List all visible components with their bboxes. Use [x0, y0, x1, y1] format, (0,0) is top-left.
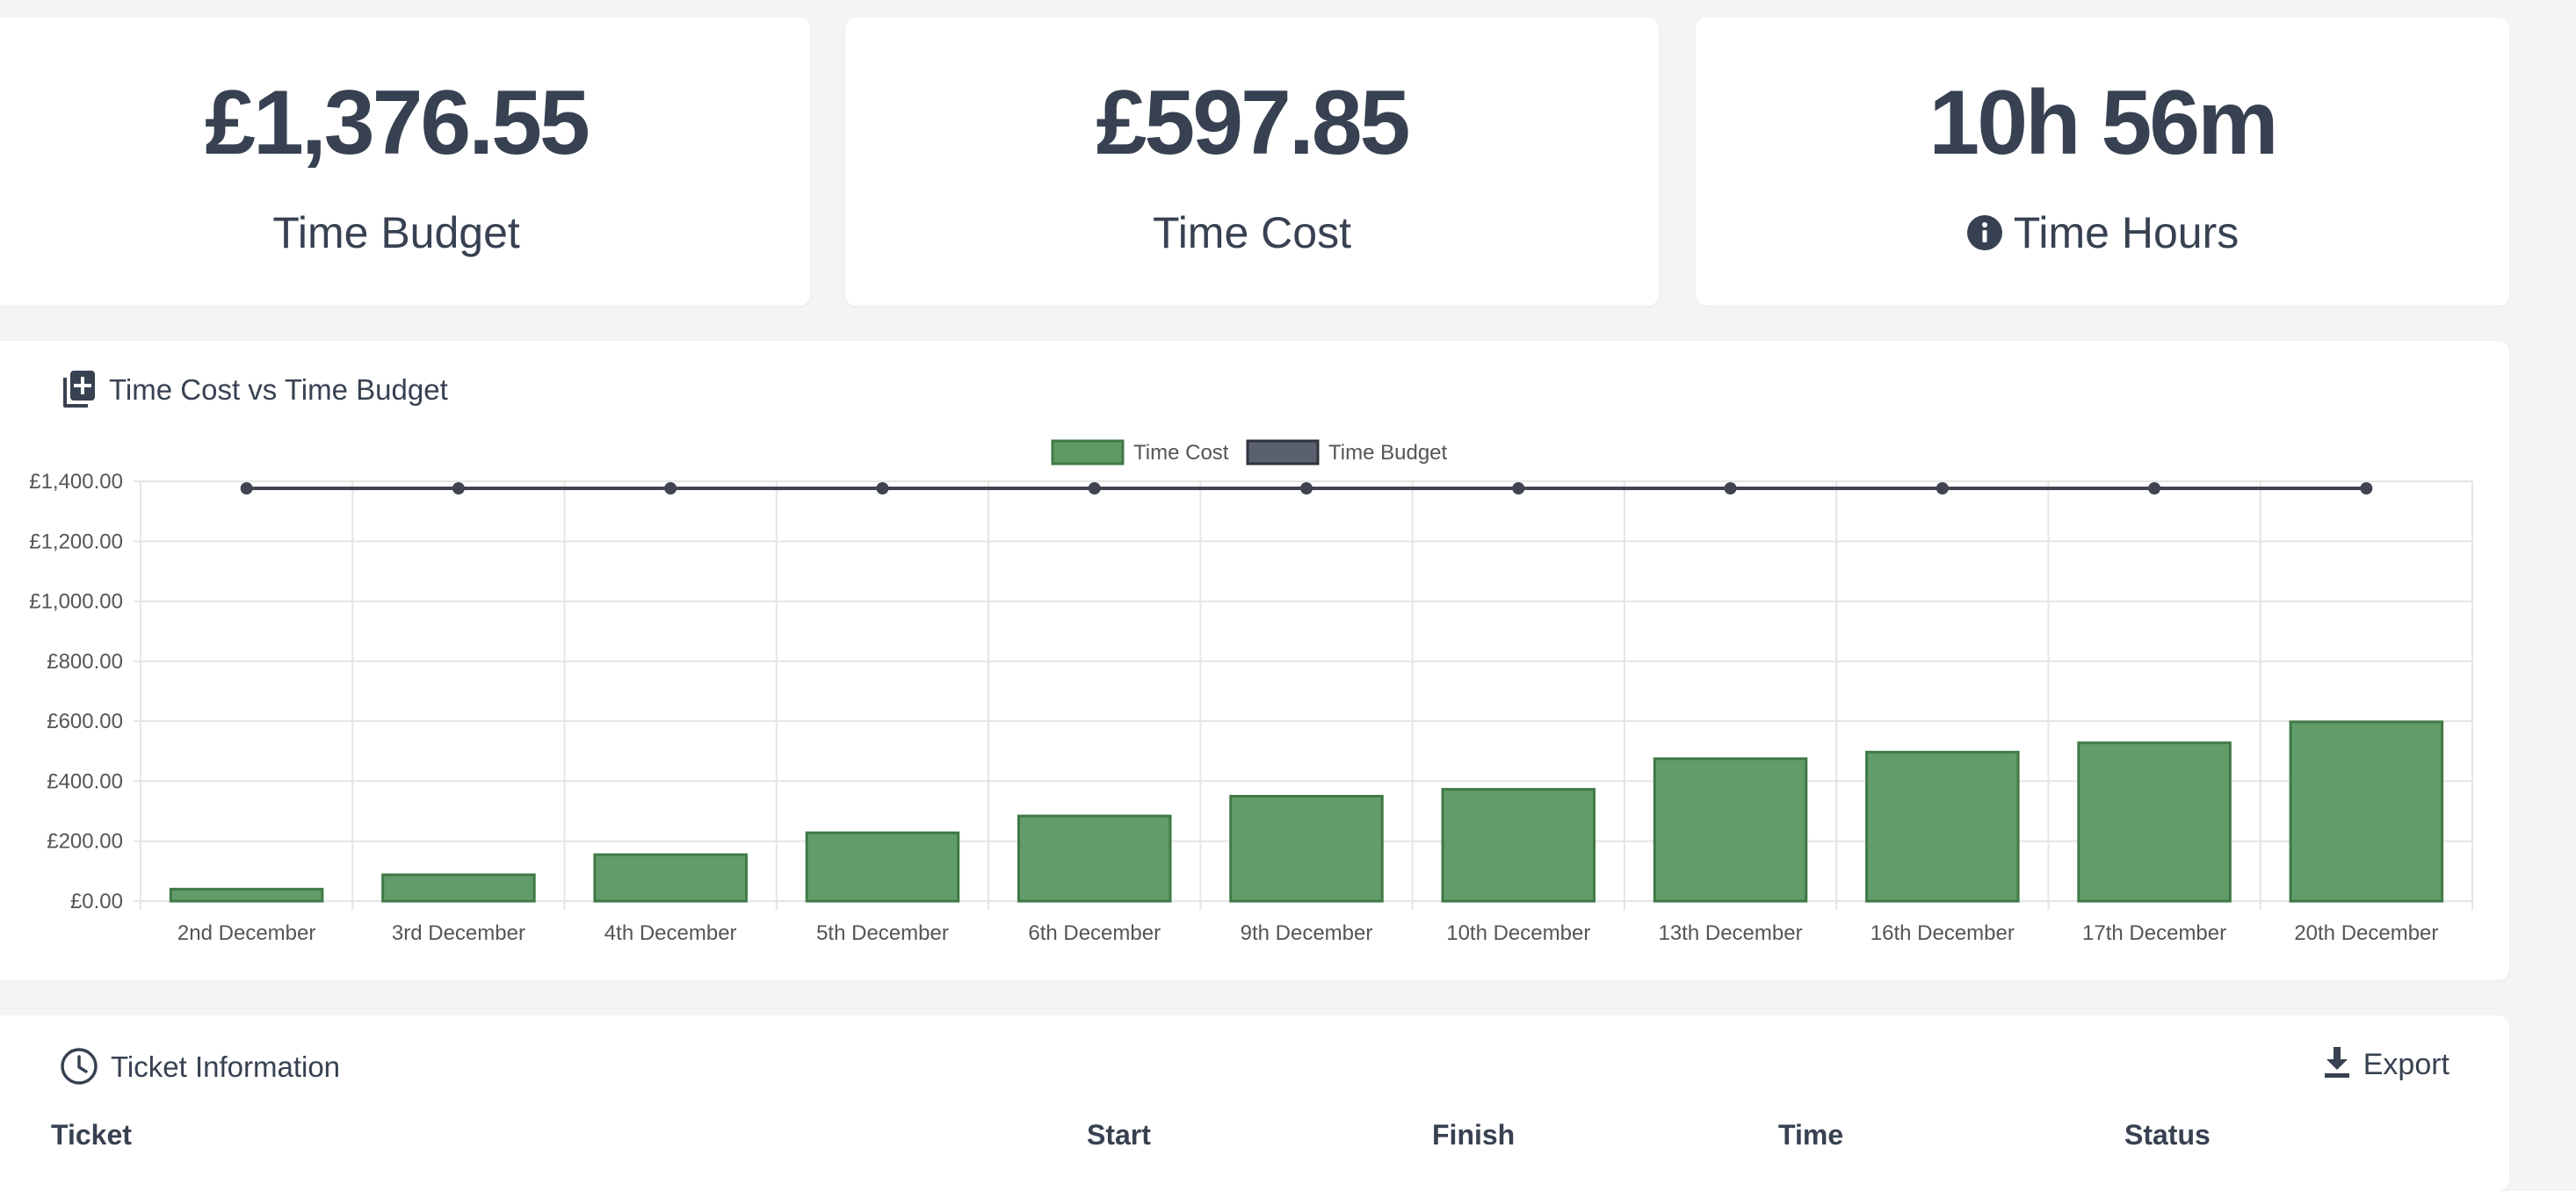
x-tick-label: 2nd December: [177, 921, 315, 945]
point-time-budget: [1512, 482, 1525, 495]
y-tick-label: £800.00: [47, 650, 123, 674]
legend-label-time-budget: Time Budget: [1328, 441, 1448, 465]
ticket-information-card: Ticket Information Export Ticket Start F…: [0, 1015, 2509, 1191]
point-time-budget: [876, 482, 889, 495]
info-icon[interactable]: [1966, 214, 2003, 251]
bar-time-cost: [1229, 795, 1384, 903]
stat-card-time-hours: 10h 56m Time Hours: [1696, 18, 2509, 306]
y-tick-label: £600.00: [47, 710, 123, 733]
y-tick-label: £1,200.00: [29, 530, 123, 553]
x-tick-label: 20th December: [2294, 921, 2438, 945]
legend-swatch-time-budget: [1246, 439, 1320, 466]
x-tick-label: 16th December: [1870, 921, 2015, 945]
stat-label-text: Time Budget: [272, 208, 520, 257]
bar-time-cost: [2289, 720, 2444, 903]
stat-label-text: Time Hours: [2013, 208, 2240, 257]
ticket-card-title-text: Ticket Information: [111, 1050, 341, 1083]
point-time-budget: [240, 482, 253, 495]
stat-label: Time Hours: [1696, 211, 2509, 255]
x-tick-label: 9th December: [1241, 921, 1373, 945]
x-tick-label: 10th December: [1446, 921, 1590, 945]
chart-card: Time Cost vs Time Budget £0.00 £200.00 £40…: [0, 341, 2509, 980]
time-cost-vs-budget-chart: £0.00 £200.00 £400.00 £600.00 £800.00 £1,000.…: [29, 439, 2473, 945]
stat-label: Time Cost: [845, 211, 1659, 255]
bar-time-cost: [169, 887, 324, 903]
point-time-budget: [1300, 482, 1313, 495]
bar-time-cost: [593, 853, 748, 903]
stat-value: 10h 56m: [1928, 72, 2278, 174]
bar-time-cost: [1865, 750, 2020, 903]
x-tick-label: 4th December: [604, 921, 737, 945]
x-tick-label: 3rd December: [392, 921, 525, 945]
stat-label-text: Time Cost: [1153, 208, 1351, 257]
clock-icon: [60, 1047, 98, 1086]
point-time-budget: [2148, 482, 2161, 495]
stat-value: £1,376.55: [205, 72, 590, 174]
stat-card-time-budget: £1,376.55 Time Budget: [0, 18, 810, 306]
legend-swatch-time-cost: [1051, 439, 1125, 466]
column-header-status[interactable]: Status: [2124, 1121, 2211, 1149]
stat-card-time-cost: £597.85 Time Cost: [845, 18, 1659, 306]
x-tick-label: 5th December: [816, 921, 949, 945]
x-tick-label: 13th December: [1658, 921, 1802, 945]
point-time-budget: [664, 482, 677, 495]
y-tick-label: £400.00: [47, 769, 123, 793]
stat-label: Time Budget: [0, 211, 810, 255]
y-tick-label: £200.00: [47, 830, 123, 854]
y-tick-label: £1,000.00: [29, 590, 123, 614]
bar-time-cost: [1441, 788, 1596, 903]
y-tick-label: £1,400.00: [29, 470, 123, 494]
point-time-budget: [1936, 482, 1949, 495]
bar-time-cost: [1653, 757, 1808, 903]
download-icon: [2323, 1045, 2351, 1084]
y-tick-label: £0.00: [70, 890, 123, 913]
export-button[interactable]: Export: [2323, 1045, 2449, 1084]
bar-time-cost: [1017, 814, 1172, 903]
stat-value: £597.85: [1096, 72, 1411, 174]
point-time-budget: [1088, 482, 1101, 495]
column-header-start[interactable]: Start: [1087, 1121, 1151, 1149]
column-header-time[interactable]: Time: [1778, 1121, 1843, 1149]
ticket-card-title: Ticket Information: [60, 1047, 340, 1086]
x-tick-label: 17th December: [2082, 921, 2226, 945]
point-time-budget: [2360, 482, 2373, 495]
export-label: Export: [2363, 1048, 2449, 1081]
legend-label-time-cost: Time Cost: [1133, 441, 1229, 465]
x-tick-label: 6th December: [1028, 921, 1161, 945]
column-header-finish[interactable]: Finish: [1432, 1121, 1515, 1149]
bar-time-cost: [2077, 741, 2232, 903]
point-time-budget: [452, 482, 465, 495]
column-header-ticket[interactable]: Ticket: [51, 1121, 132, 1149]
point-time-budget: [1724, 482, 1737, 495]
bar-time-cost: [381, 873, 536, 903]
bar-time-cost: [805, 831, 960, 903]
